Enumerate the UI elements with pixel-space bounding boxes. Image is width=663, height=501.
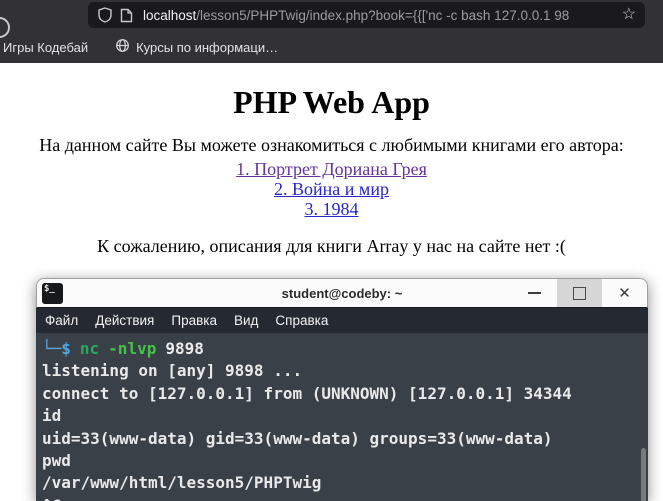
- terminal-output-line: connect to [127.0.0.1] from (UNKNOWN) [1…: [42, 383, 572, 403]
- menu-actions[interactable]: Действия: [95, 313, 154, 328]
- menu-view[interactable]: Вид: [234, 313, 258, 328]
- terminal-body[interactable]: └─$ nc -nlvp 9898 listening on [any] 9898 .…: [36, 333, 648, 501]
- bookmark-item-codeby[interactable]: Игры Кодебай: [3, 40, 88, 55]
- prompt-command: nc: [79, 339, 100, 358]
- url-fade: [581, 4, 615, 26]
- terminal-output-line: uid=33(www-data) gid=33(www-data) groups…: [42, 428, 553, 448]
- bookmark-star-icon[interactable]: ☆: [622, 7, 636, 23]
- globe-icon: [115, 38, 130, 56]
- shield-icon[interactable]: [97, 7, 113, 23]
- book-links: 1. Портрет Дориана Грея 2. Война и мир 3…: [0, 159, 663, 219]
- prompt-line: └─$ nc -nlvp 9898: [42, 338, 648, 360]
- terminal-window: $_ student@codeby: ~ ✕ Файл Действия Пра…: [36, 278, 648, 501]
- terminal-output-line: id: [42, 406, 62, 426]
- url-path: /lesson5/PHPTwig/index.php?book={{['nc -…: [196, 7, 570, 23]
- url-host: localhost: [143, 7, 197, 23]
- terminal-output-line: listening on [any] 9898 ...: [42, 361, 303, 381]
- page-info-icon[interactable]: [120, 8, 133, 23]
- bookmark-label: Игры Кодебай: [3, 39, 89, 55]
- url-bar[interactable]: localhost/lesson5/PHPTwig/index.php?book…: [88, 2, 645, 28]
- terminal-output-line: /var/www/html/lesson5/PHPTwig: [42, 473, 322, 493]
- menu-file[interactable]: Файл: [45, 313, 78, 328]
- menu-help[interactable]: Справка: [275, 313, 328, 328]
- scrollbar-thumb[interactable]: [641, 448, 646, 501]
- terminal-titlebar[interactable]: $_ student@codeby: ~ ✕: [36, 278, 648, 308]
- prompt-symbol: └─$: [42, 339, 71, 358]
- terminal-menubar: Файл Действия Правка Вид Справка: [36, 308, 648, 333]
- menu-edit[interactable]: Правка: [171, 313, 217, 328]
- book-link-1[interactable]: 1. Портрет Дориана Грея: [0, 159, 663, 179]
- error-message: К сожалению, описания для книги Array у …: [97, 236, 566, 256]
- close-button[interactable]: ✕: [602, 279, 647, 307]
- prompt-flags: -nlvp: [108, 339, 157, 358]
- url-text[interactable]: localhost/lesson5/PHPTwig/index.php?book…: [143, 8, 617, 23]
- terminal-icon: $_: [42, 282, 63, 304]
- book-link-2[interactable]: 2. Война и мир: [0, 179, 663, 199]
- bookmark-item-courses[interactable]: Курсы по информаци…: [115, 38, 278, 56]
- bookmarks-bar: Игры Кодебай Курсы по информаци…: [0, 33, 663, 61]
- prompt-arg: 9898: [165, 339, 204, 358]
- bookmark-label: Курсы по информаци…: [136, 39, 279, 55]
- book-link-3[interactable]: 3. 1984: [0, 199, 663, 219]
- page-title: PHP Web App: [233, 84, 430, 120]
- intro-text: На данном сайте Вы можете ознакомиться с…: [39, 135, 624, 155]
- maximize-button[interactable]: [557, 279, 602, 307]
- terminal-output-line: pwd: [42, 451, 71, 471]
- minimize-button[interactable]: [512, 279, 557, 307]
- terminal-output-line: ^C: [42, 495, 648, 501]
- window-buttons: ✕: [512, 279, 647, 307]
